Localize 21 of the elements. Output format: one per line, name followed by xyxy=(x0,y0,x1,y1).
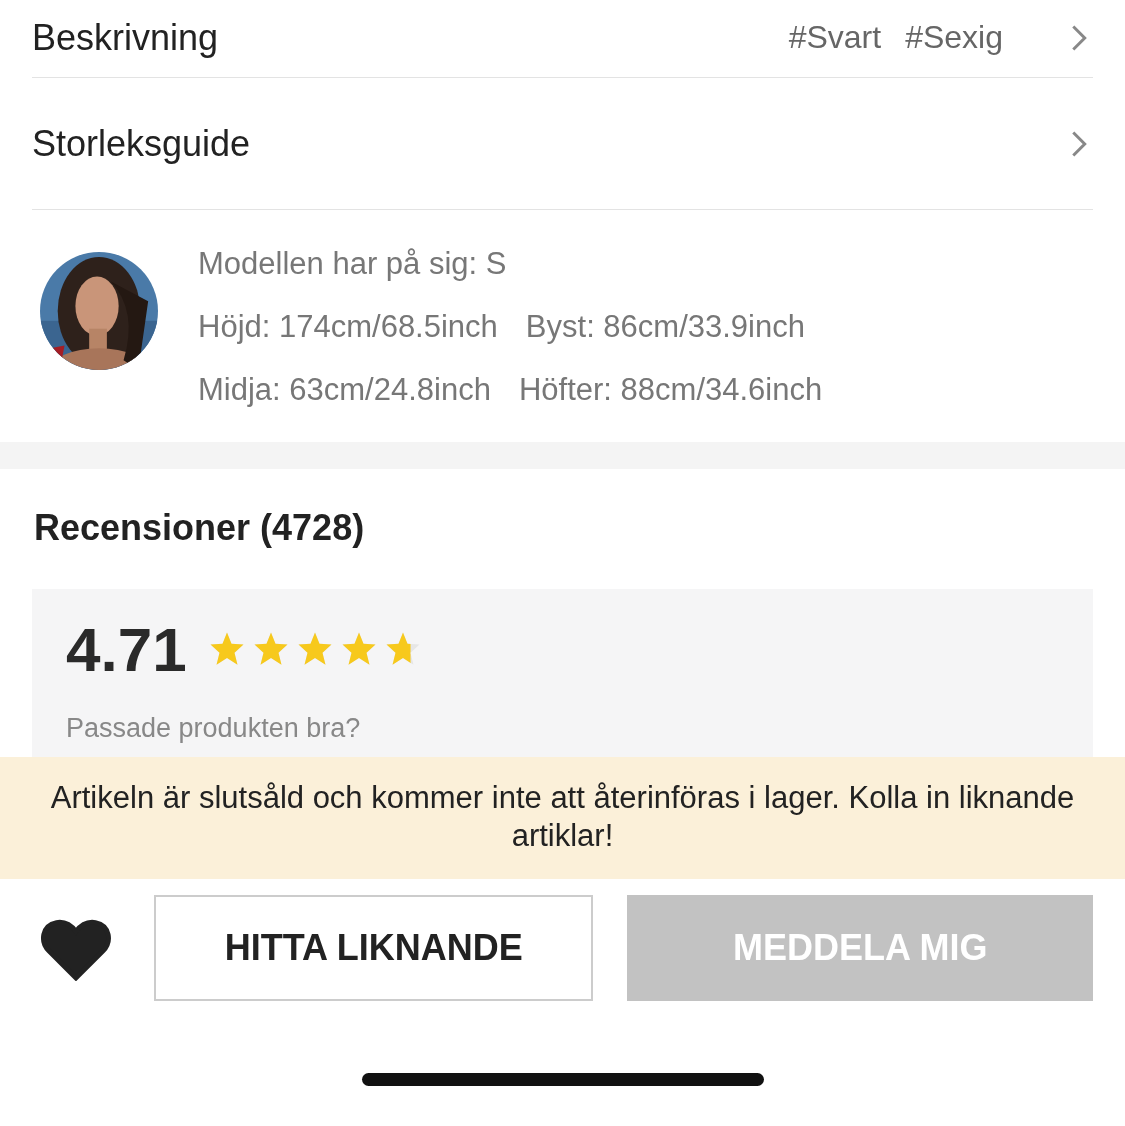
star-icon xyxy=(296,631,333,667)
rating-score: 4.71 xyxy=(66,613,187,685)
model-measurement: Modellen har på sig: S xyxy=(198,245,507,283)
reviews-heading: Recensioner (4728) xyxy=(33,506,366,550)
model-measurement: Midja: 63cm/24.8inch xyxy=(198,371,491,409)
star-icon xyxy=(208,631,245,667)
star-icon xyxy=(384,631,421,667)
star-icon xyxy=(340,631,377,667)
star-icon xyxy=(252,631,289,667)
chevron-icon[interactable] xyxy=(1071,23,1087,52)
model-measurement: Höjd: 174cm/68.5inch xyxy=(198,308,498,346)
model-measurement: Höfter: 88cm/34.6inch xyxy=(518,371,823,409)
tag-link[interactable]: #Sexig xyxy=(905,19,1003,56)
tag-link[interactable]: #Svart xyxy=(788,19,882,56)
chevron-icon[interactable] xyxy=(1071,129,1087,158)
model-measurement: Byst: 86cm/33.9inch xyxy=(525,308,805,346)
review-question: Passade produkten bra? xyxy=(66,712,362,745)
find-similar-button[interactable]: HITTA LIKNANDE xyxy=(153,895,594,1001)
description-label: Beskrivning xyxy=(32,16,219,59)
sold-out-notice: Artikeln är slutsåld och kommer inte att återinföras i lager. Kolla in liknande artiklar! xyxy=(0,757,1125,879)
size-guide-label: Storleksguide xyxy=(32,122,251,165)
